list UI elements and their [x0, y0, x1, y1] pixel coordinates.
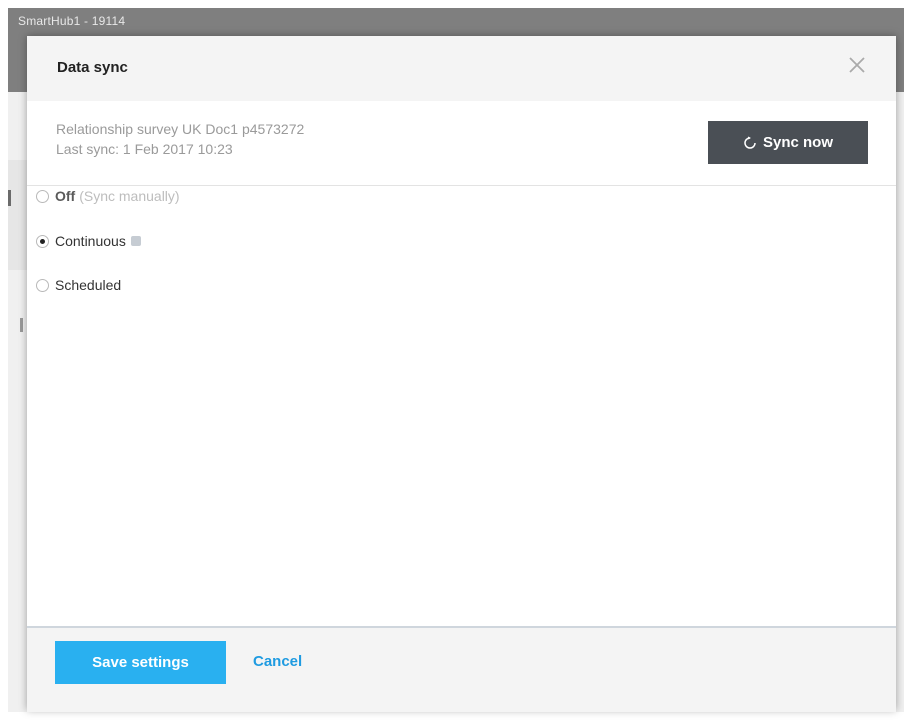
radio-continuous[interactable]: [36, 234, 49, 248]
option-scheduled[interactable]: Scheduled: [36, 277, 121, 293]
option-off-hint: (Sync manually): [79, 188, 180, 204]
save-settings-button[interactable]: Save settings: [55, 641, 226, 684]
document-name: Relationship survey UK Doc1 p4573272: [56, 121, 305, 137]
dialog-header: Data sync: [27, 36, 896, 101]
radio-scheduled[interactable]: [36, 278, 49, 292]
page: SmartHub1 - 19114 Data sync Relationship…: [0, 0, 904, 723]
refresh-icon: [743, 136, 757, 150]
option-scheduled-label: Scheduled: [55, 277, 122, 293]
app-edge-element: [8, 190, 11, 206]
app-window-title: SmartHub1 - 19114: [18, 14, 126, 28]
cancel-link[interactable]: Cancel: [253, 653, 302, 670]
app-side-panel-background: [8, 160, 28, 270]
app-edge-element: [20, 318, 23, 332]
data-sync-dialog: Data sync Relationship survey UK Doc1 p4…: [27, 36, 896, 710]
help-icon[interactable]: [130, 236, 141, 246]
sync-info-row: Relationship survey UK Doc1 p4573272 Las…: [27, 101, 896, 186]
sync-now-button[interactable]: Sync now: [708, 121, 868, 164]
last-sync-text: Last sync: 1 Feb 2017 10:23: [56, 141, 233, 157]
sync-now-label: Sync now: [762, 134, 833, 151]
close-icon[interactable]: [846, 54, 868, 76]
radio-off[interactable]: [36, 189, 49, 203]
option-off-label: Off: [55, 188, 76, 204]
option-continuous[interactable]: Continuous: [36, 233, 141, 249]
dialog-title: Data sync: [57, 59, 128, 76]
option-off[interactable]: Off (Sync manually): [36, 188, 180, 204]
dialog-footer: Save settings Cancel: [27, 626, 896, 712]
option-continuous-label: Continuous: [55, 233, 126, 249]
